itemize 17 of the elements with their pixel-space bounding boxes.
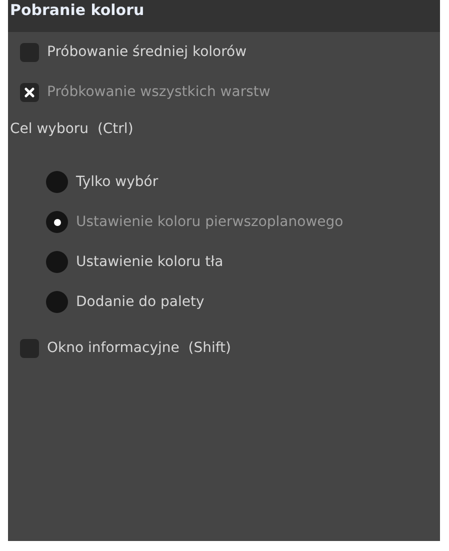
checkbox[interactable] [20,82,39,102]
cross-icon [24,86,35,98]
checkbox-label: Próbkowanie wszystkich warstw [47,84,270,100]
radio-button[interactable] [46,211,68,233]
checkbox[interactable] [20,42,39,62]
radio-button[interactable] [46,291,68,313]
radio-button[interactable] [46,251,68,273]
radio-label: Ustawienie koloru pierwszoplanowego [76,214,344,230]
panel-title: Pobranie koloru [9,0,146,19]
section-label: Cel wyboru (Ctrl) [9,120,134,139]
checkbox-label: Okno informacyjne (Shift) [47,340,232,356]
radio-label: Ustawienie koloru tła [76,254,224,270]
radio-label: Dodanie do palety [76,294,204,310]
checkbox-label: Próbowanie średniej kolorów [47,44,247,60]
radio-button[interactable] [46,171,68,193]
checkbox[interactable] [20,338,39,358]
radio-label: Tylko wybór [76,174,158,190]
